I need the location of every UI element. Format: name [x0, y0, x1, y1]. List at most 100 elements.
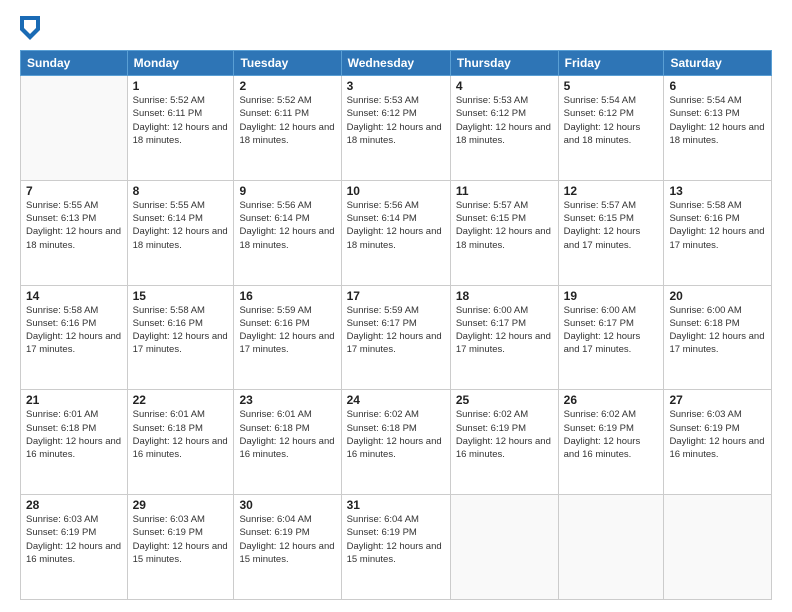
daylight-text: Daylight: 12 hours and 17 minutes.: [564, 226, 641, 250]
calendar-cell: 28Sunrise: 6:03 AMSunset: 6:19 PMDayligh…: [21, 495, 128, 600]
day-info: Sunrise: 6:03 AMSunset: 6:19 PMDaylight:…: [669, 408, 766, 461]
daylight-text: Daylight: 12 hours and 17 minutes.: [133, 331, 228, 355]
day-number: 17: [347, 289, 445, 303]
calendar-cell: 20Sunrise: 6:00 AMSunset: 6:18 PMDayligh…: [664, 285, 772, 390]
sunrise-text: Sunrise: 6:01 AM: [133, 409, 205, 420]
calendar-week-row: 1Sunrise: 5:52 AMSunset: 6:11 PMDaylight…: [21, 76, 772, 181]
sunset-text: Sunset: 6:19 PM: [456, 423, 526, 434]
sunrise-text: Sunrise: 6:02 AM: [564, 409, 636, 420]
day-number: 18: [456, 289, 553, 303]
day-number: 2: [239, 79, 335, 93]
daylight-text: Daylight: 12 hours and 15 minutes.: [239, 541, 334, 565]
sunset-text: Sunset: 6:13 PM: [669, 108, 739, 119]
day-info: Sunrise: 6:02 AMSunset: 6:18 PMDaylight:…: [347, 408, 445, 461]
sunset-text: Sunset: 6:11 PM: [133, 108, 203, 119]
day-number: 24: [347, 393, 445, 407]
day-number: 23: [239, 393, 335, 407]
day-info: Sunrise: 5:55 AMSunset: 6:13 PMDaylight:…: [26, 199, 122, 252]
daylight-text: Daylight: 12 hours and 16 minutes.: [26, 541, 121, 565]
calendar-cell: 14Sunrise: 5:58 AMSunset: 6:16 PMDayligh…: [21, 285, 128, 390]
page: Sunday Monday Tuesday Wednesday Thursday…: [0, 0, 792, 612]
day-info: Sunrise: 5:52 AMSunset: 6:11 PMDaylight:…: [239, 94, 335, 147]
sunrise-text: Sunrise: 6:00 AM: [669, 305, 741, 316]
daylight-text: Daylight: 12 hours and 17 minutes.: [669, 226, 764, 250]
col-monday: Monday: [127, 51, 234, 76]
daylight-text: Daylight: 12 hours and 17 minutes.: [669, 331, 764, 355]
calendar-cell: 19Sunrise: 6:00 AMSunset: 6:17 PMDayligh…: [558, 285, 664, 390]
day-number: 15: [133, 289, 229, 303]
sunrise-text: Sunrise: 5:52 AM: [133, 95, 205, 106]
day-number: 27: [669, 393, 766, 407]
calendar-cell: 2Sunrise: 5:52 AMSunset: 6:11 PMDaylight…: [234, 76, 341, 181]
day-info: Sunrise: 5:57 AMSunset: 6:15 PMDaylight:…: [564, 199, 659, 252]
day-info: Sunrise: 5:58 AMSunset: 6:16 PMDaylight:…: [669, 199, 766, 252]
day-info: Sunrise: 5:54 AMSunset: 6:12 PMDaylight:…: [564, 94, 659, 147]
day-info: Sunrise: 5:52 AMSunset: 6:11 PMDaylight:…: [133, 94, 229, 147]
sunrise-text: Sunrise: 5:57 AM: [564, 200, 636, 211]
day-info: Sunrise: 5:53 AM Sunset: 6:12 PM Daylight:…: [347, 94, 445, 147]
col-friday: Friday: [558, 51, 664, 76]
calendar-cell: 11Sunrise: 5:57 AMSunset: 6:15 PMDayligh…: [450, 180, 558, 285]
calendar-cell: 26Sunrise: 6:02 AMSunset: 6:19 PMDayligh…: [558, 390, 664, 495]
sunrise-text: Sunrise: 5:58 AM: [669, 200, 741, 211]
sunrise-text: Sunrise: 5:58 AM: [133, 305, 205, 316]
sunset-text: Sunset: 6:18 PM: [26, 423, 96, 434]
calendar-table: Sunday Monday Tuesday Wednesday Thursday…: [20, 50, 772, 600]
day-number: 31: [347, 498, 445, 512]
sunset-text: Sunset: 6:17 PM: [564, 318, 634, 329]
calendar-week-row: 21Sunrise: 6:01 AMSunset: 6:18 PMDayligh…: [21, 390, 772, 495]
day-info: Sunrise: 5:58 AMSunset: 6:16 PMDaylight:…: [133, 304, 229, 357]
day-number: 1: [133, 79, 229, 93]
day-info: Sunrise: 5:54 AMSunset: 6:13 PMDaylight:…: [669, 94, 766, 147]
sunrise-text: Sunrise: 5:54 AM: [564, 95, 636, 106]
day-number: 13: [669, 184, 766, 198]
sunset-text: Sunset: 6:15 PM: [456, 213, 526, 224]
calendar-cell: 29Sunrise: 6:03 AMSunset: 6:19 PMDayligh…: [127, 495, 234, 600]
day-info: Sunrise: 5:56 AMSunset: 6:14 PMDaylight:…: [239, 199, 335, 252]
sunset-text: Sunset: 6:19 PM: [26, 527, 96, 538]
sunset-text: Sunset: 6:19 PM: [669, 423, 739, 434]
calendar-cell: 25Sunrise: 6:02 AMSunset: 6:19 PMDayligh…: [450, 390, 558, 495]
sunrise-text: Sunrise: 5:56 AM: [347, 200, 419, 211]
calendar-cell: [450, 495, 558, 600]
day-number: 9: [239, 184, 335, 198]
day-info: Sunrise: 5:55 AMSunset: 6:14 PMDaylight:…: [133, 199, 229, 252]
sunrise-text: Sunrise: 5:57 AM: [456, 200, 528, 211]
calendar-cell: 10Sunrise: 5:56 AMSunset: 6:14 PMDayligh…: [341, 180, 450, 285]
col-wednesday: Wednesday: [341, 51, 450, 76]
logo-icon: [20, 16, 40, 40]
calendar-cell: 13Sunrise: 5:58 AMSunset: 6:16 PMDayligh…: [664, 180, 772, 285]
sunset-text: Sunset: 6:19 PM: [564, 423, 634, 434]
day-number: 20: [669, 289, 766, 303]
daylight-text: Daylight: 12 hours and 16 minutes.: [564, 436, 641, 460]
calendar-cell: 24Sunrise: 6:02 AMSunset: 6:18 PMDayligh…: [341, 390, 450, 495]
sunrise-text: Sunrise: 5:53 AM: [347, 95, 419, 106]
day-info: Sunrise: 6:01 AMSunset: 6:18 PMDaylight:…: [239, 408, 335, 461]
day-number: 5: [564, 79, 659, 93]
day-number: 8: [133, 184, 229, 198]
calendar-week-row: 14Sunrise: 5:58 AMSunset: 6:16 PMDayligh…: [21, 285, 772, 390]
daylight-text: Daylight: 12 hours and 16 minutes.: [133, 436, 228, 460]
day-info: Sunrise: 6:04 AMSunset: 6:19 PMDaylight:…: [239, 513, 335, 566]
calendar-cell: 16Sunrise: 5:59 AMSunset: 6:16 PMDayligh…: [234, 285, 341, 390]
col-tuesday: Tuesday: [234, 51, 341, 76]
calendar-cell: 31Sunrise: 6:04 AMSunset: 6:19 PMDayligh…: [341, 495, 450, 600]
day-number: 21: [26, 393, 122, 407]
daylight-text: Daylight: 12 hours and 18 minutes.: [456, 226, 551, 250]
calendar-cell: 30Sunrise: 6:04 AMSunset: 6:19 PMDayligh…: [234, 495, 341, 600]
daylight-text: Daylight: 12 hours and 17 minutes.: [239, 331, 334, 355]
sunset-text: Sunset: 6:12 PM: [347, 108, 417, 119]
day-info: Sunrise: 6:02 AM Sunset: 6:19 PM Daylight:…: [456, 408, 553, 461]
sunset-text: Sunset: 6:18 PM: [347, 423, 417, 434]
sunrise-text: Sunrise: 6:02 AM: [456, 409, 528, 420]
day-info: Sunrise: 6:00 AMSunset: 6:17 PMDaylight:…: [564, 304, 659, 357]
day-number: 10: [347, 184, 445, 198]
calendar-cell: 15Sunrise: 5:58 AMSunset: 6:16 PMDayligh…: [127, 285, 234, 390]
day-number: 7: [26, 184, 122, 198]
calendar-cell: [21, 76, 128, 181]
calendar-cell: 4Sunrise: 5:53 AMSunset: 6:12 PMDaylight…: [450, 76, 558, 181]
col-sunday: Sunday: [21, 51, 128, 76]
daylight-text: Daylight: 12 hours and 16 minutes.: [456, 436, 551, 460]
daylight-text: Daylight: 12 hours and 18 minutes.: [347, 122, 442, 146]
day-info: Sunrise: 6:04 AMSunset: 6:19 PMDaylight:…: [347, 513, 445, 566]
